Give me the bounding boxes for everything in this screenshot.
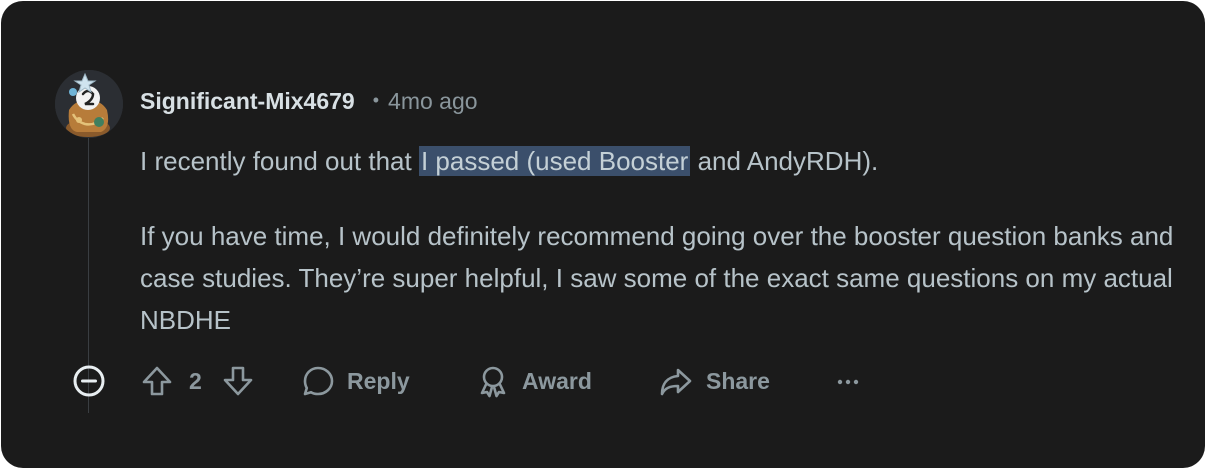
downvote-button[interactable] bbox=[221, 359, 255, 403]
share-arrow-icon bbox=[658, 364, 694, 398]
meta-separator: • bbox=[372, 89, 380, 110]
comment-timestamp[interactable]: 4mo ago bbox=[388, 88, 478, 115]
arrow-up-icon bbox=[140, 364, 174, 398]
comment-paragraph-1: I recently found out that I passed (used… bbox=[140, 140, 1180, 182]
comment-card: Significant-Mix4679 • 4mo ago I recently… bbox=[1, 1, 1205, 468]
collapse-thread-button[interactable] bbox=[72, 359, 106, 403]
award-ribbon-icon bbox=[476, 364, 510, 398]
paragraph-1-text-before: I recently found out that bbox=[140, 146, 419, 176]
avatar[interactable] bbox=[55, 70, 123, 138]
award-button[interactable]: Award bbox=[476, 359, 592, 403]
comment-meta: Significant-Mix4679 • 4mo ago bbox=[140, 85, 478, 117]
reply-label: Reply bbox=[347, 367, 410, 394]
reply-button[interactable]: Reply bbox=[301, 359, 410, 403]
share-button[interactable]: Share bbox=[658, 359, 770, 403]
arrow-down-icon bbox=[221, 364, 255, 398]
minus-circle-icon bbox=[72, 364, 106, 398]
more-options-button[interactable] bbox=[835, 359, 861, 403]
selected-text: I passed (used Booster bbox=[418, 146, 691, 176]
award-label: Award bbox=[522, 367, 592, 394]
vote-score: 2 bbox=[189, 367, 202, 394]
speech-bubble-icon bbox=[301, 364, 335, 398]
upvote-button[interactable] bbox=[140, 359, 174, 403]
share-label: Share bbox=[706, 367, 770, 394]
comment-paragraph-2: If you have time, I would definitely rec… bbox=[140, 221, 1174, 335]
comment-body: I recently found out that I passed (used… bbox=[140, 140, 1180, 341]
avatar-image bbox=[55, 70, 123, 138]
comment-action-bar: 2 Reply Award Share bbox=[1, 359, 1205, 403]
more-dots-icon bbox=[835, 364, 861, 398]
username-link[interactable]: Significant-Mix4679 bbox=[140, 88, 355, 115]
paragraph-1-text-after: and AndyRDH). bbox=[690, 146, 879, 176]
